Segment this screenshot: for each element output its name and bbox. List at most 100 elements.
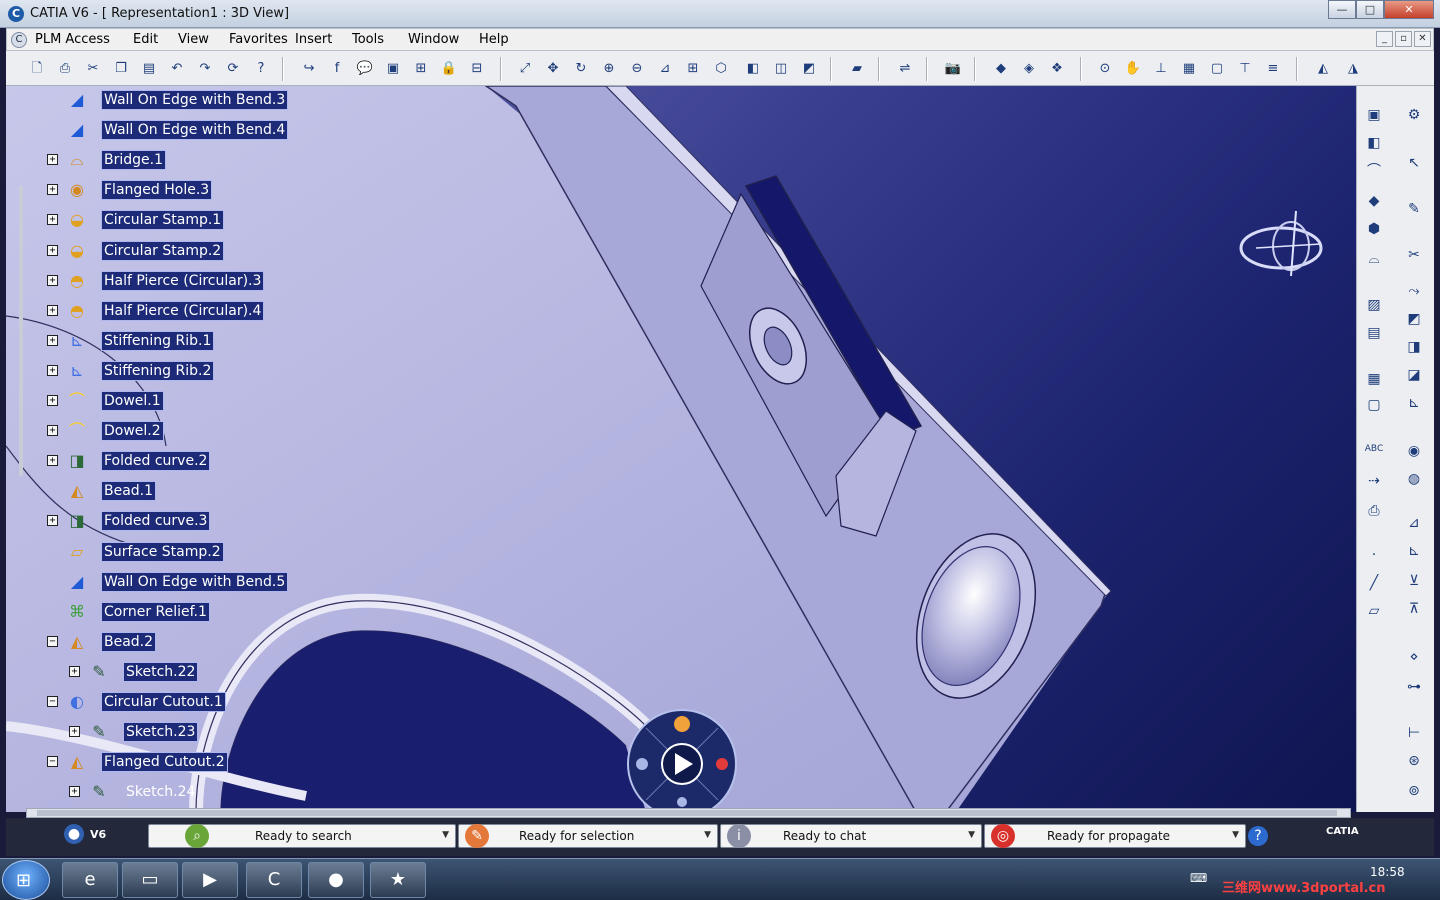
chat-dropdown-icon[interactable]: ▼ [968,830,975,840]
tree-item-label[interactable]: Half Pierce (Circular).3 [101,270,265,291]
tree-item[interactable]: − ◭ Bead.2 [6,631,336,653]
line-icon[interactable]: ╱ [1363,572,1385,594]
pattern-icon[interactable]: ⋄ [1403,646,1425,668]
expand-icon[interactable]: + [69,726,80,738]
propagate-field[interactable]: ◎ Ready for propagate ▼ [984,824,1246,848]
tree-item-label[interactable]: Bead.1 [101,481,157,502]
tree-expand-icon[interactable]: ⊞ [410,58,432,80]
tree-item[interactable]: + ◉ Flanged Hole.3 [6,179,336,201]
catia-taskbar-icon[interactable]: C [246,862,302,898]
tree-item-label[interactable]: Bridge.1 [101,150,166,171]
tree-item-label[interactable]: Sketch.24 [123,782,198,802]
edge-wall-icon[interactable]: ◨ [1403,336,1425,358]
tree-item-label[interactable]: Folded curve.3 [101,511,211,532]
tree-item-label[interactable]: Dowel.1 [101,391,164,411]
measure-icon[interactable]: ▰ [846,58,868,80]
grid-icon[interactable]: ▦ [1178,58,1200,80]
iso-view-icon[interactable]: ⬡ [710,58,732,80]
propagate-dropdown-icon[interactable]: ▼ [1232,830,1239,840]
tree-item[interactable]: ◭ Bead.1 [6,480,336,502]
expand-icon[interactable]: + [47,304,58,316]
louver-icon[interactable]: ◍ [1403,468,1425,490]
tree-item[interactable]: + ✎ Sketch.22 [6,661,336,683]
frame-icon[interactable]: ▢ [1363,394,1385,416]
doc-close-button[interactable]: ✕ [1414,31,1431,47]
tree-item[interactable]: − ◐ Circular Cutout.1 [6,691,336,713]
cut-tool-icon[interactable]: ✂ [1403,244,1425,266]
part-design-icon[interactable]: ▣ [1363,104,1385,126]
wall-icon[interactable]: ◧ [1363,132,1385,154]
tree-item-label[interactable]: Circular Stamp.2 [101,240,225,261]
minimize-button[interactable]: — [1328,0,1356,19]
expand-icon[interactable]: + [47,334,58,346]
apply-material-icon[interactable]: ◈ [1018,58,1040,80]
tree-item-label[interactable]: Wall On Edge with Bend.5 [101,571,289,592]
analysis-icon[interactable]: ❖ [1046,58,1068,80]
flange-icon[interactable]: ⌒ [1363,160,1385,182]
file-explorer-icon[interactable]: ▭ [122,862,178,898]
3d-viewport[interactable]: ◢ Wall On Edge with Bend.3 ◢ Wall On Edge w… [6,86,1356,812]
scale-icon[interactable]: ⇌ [894,58,916,80]
mirror-icon[interactable]: ⊶ [1403,676,1425,698]
collapse-icon[interactable]: − [47,635,58,647]
joggle-icon[interactable]: ⊻ [1403,570,1425,592]
close-button[interactable]: ✕ [1384,0,1434,19]
search-field[interactable]: ⌕ Ready to search ▼ [148,824,456,848]
image-icon[interactable]: ▨ [1363,294,1385,316]
flange-wall-icon[interactable]: ◪ [1403,364,1425,386]
point-icon[interactable]: · [1363,544,1385,566]
menu-help[interactable]: Help [479,32,509,47]
tree-item-label[interactable]: Sketch.23 [123,722,199,743]
tree-item[interactable]: + ⌒ Dowel.2 [6,420,336,442]
hide-show-icon[interactable]: ◫ [770,58,792,80]
tree-item[interactable]: + ⊾ Stiffening Rib.2 [6,360,336,382]
qq-icon[interactable]: ● [308,862,364,898]
plane-icon[interactable]: ▱ [1363,600,1385,622]
menu-view[interactable]: View [178,32,209,47]
table-icon[interactable]: ▦ [1363,368,1385,390]
tree-item-label[interactable]: Dowel.2 [101,421,164,442]
rib-icon[interactable]: ⊾ [1403,392,1425,414]
menu-window[interactable]: Window [408,32,459,47]
select-icon[interactable]: ↖ [1403,152,1425,174]
capture-icon[interactable]: 📷 [942,58,964,80]
cube-icon[interactable]: ▢ [1206,58,1228,80]
expand-icon[interactable]: + [47,184,58,196]
tree-item[interactable]: + ⌒ Dowel.1 [6,390,336,412]
tree-item[interactable]: + ◓ Half Pierce (Circular).4 [6,300,336,322]
media-player-icon[interactable]: ▶ [182,862,238,898]
unfold-icon[interactable]: ◮ [1342,58,1364,80]
multi-view-icon[interactable]: ⊞ [682,58,704,80]
expand-icon[interactable]: + [47,455,58,467]
fit-all-icon[interactable]: ⤢ [514,58,536,80]
tree-item[interactable]: ◢ Wall On Edge with Bend.3 [6,89,336,111]
solid-icon[interactable]: ◆ [1363,190,1385,212]
surface-icon[interactable]: ◩ [1403,308,1425,330]
paste-icon[interactable]: ▤ [138,58,160,80]
chat-field[interactable]: i Ready to chat ▼ [720,824,982,848]
doc-minimize-button[interactable]: _ [1376,31,1393,47]
tree-item-label[interactable]: Stiffening Rib.1 [101,330,215,351]
tree-item[interactable]: ◢ Wall On Edge with Bend.4 [6,119,336,141]
selection-dropdown-icon[interactable]: ▼ [704,830,711,840]
corner-icon[interactable]: ⊿ [1403,512,1425,534]
selection-field[interactable]: ✎ Ready for selection ▼ [458,824,718,848]
expand-icon[interactable]: + [47,515,58,527]
tree-item[interactable]: + ◒ Circular Stamp.1 [6,209,336,231]
tree-item[interactable]: − ◭ Flanged Cutout.2 [6,751,336,773]
pan-icon[interactable]: ✥ [542,58,564,80]
tree-item[interactable]: + ◨ Folded curve.3 [6,510,336,532]
bead-tool-icon[interactable]: ◉ [1403,440,1425,462]
material-icon[interactable]: ◆ [990,58,1012,80]
expand-icon[interactable]: + [69,786,80,798]
expand-icon[interactable]: + [47,244,58,256]
tree-item[interactable]: + ◨ Folded curve.2 [6,450,336,472]
comment-icon[interactable]: 💬 [354,58,376,80]
update-icon[interactable]: ⟳ [222,58,244,80]
tree-item[interactable]: ◢ Wall On Edge with Bend.5 [6,571,336,593]
menu-plm-access[interactable]: PLM Access [35,32,110,47]
tree-item-label[interactable]: Circular Cutout.1 [101,692,226,712]
cube-solid-icon[interactable]: ⬢ [1363,218,1385,240]
tree-item-label[interactable]: Circular Stamp.1 [101,210,225,231]
menu-tools[interactable]: Tools [352,32,384,47]
